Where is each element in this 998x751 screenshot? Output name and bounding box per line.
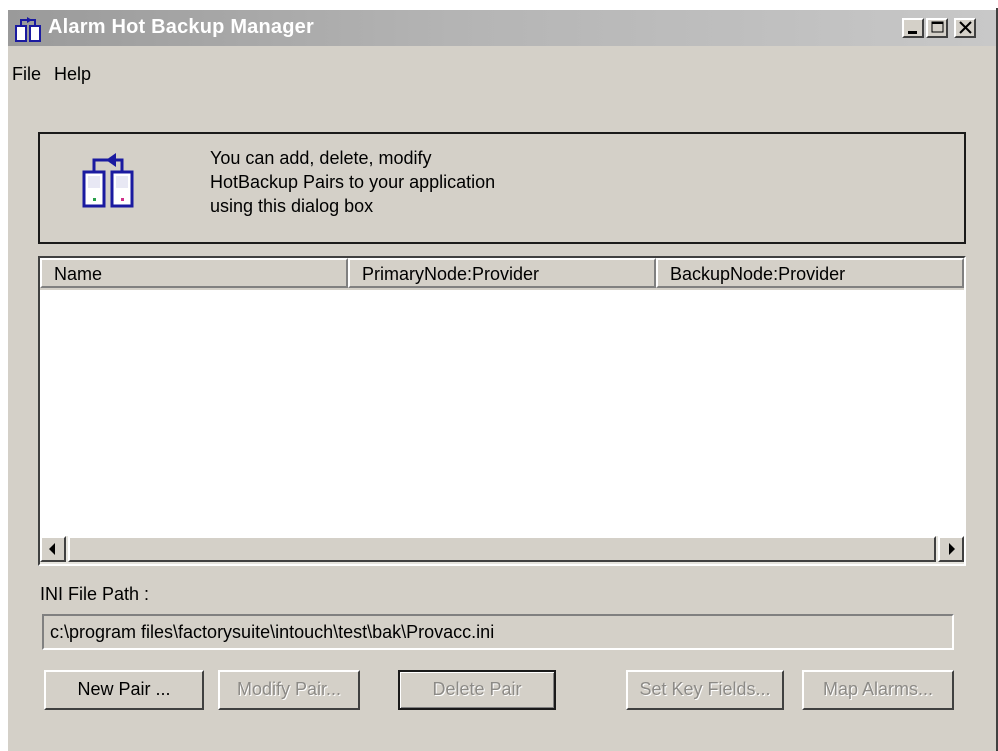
horizontal-scrollbar[interactable]: [40, 536, 964, 564]
ini-file-path-label: INI File Path :: [40, 584, 150, 604]
banner-line: You can add, delete, modify: [210, 148, 432, 168]
maximize-icon: [931, 21, 944, 33]
modify-pair-button[interactable]: Modify Pair...: [218, 670, 360, 710]
set-key-fields-button[interactable]: Set Key Fields...: [626, 670, 784, 710]
alarm-hot-backup-manager-window: Alarm Hot Backup Manager File Help You c…: [6, 8, 998, 751]
hot-backup-app-icon: [15, 17, 41, 42]
ini-file-path-field[interactable]: c:\program files\factorysuite\intouch\te…: [42, 614, 954, 650]
scrollbar-thumb[interactable]: [68, 536, 936, 562]
info-banner: You can add, delete, modify HotBackup Pa…: [38, 132, 966, 244]
title-bar[interactable]: Alarm Hot Backup Manager: [8, 10, 998, 46]
column-header-backup-node[interactable]: BackupNode:Provider: [656, 258, 964, 288]
banner-text: You can add, delete, modify HotBackup Pa…: [210, 146, 495, 218]
hot-backup-pair-icon: [82, 153, 134, 208]
list-header: Name PrimaryNode:Provider BackupNode:Pro…: [40, 258, 964, 290]
close-icon: [959, 21, 972, 34]
menu-bar: File Help: [8, 64, 308, 90]
column-header-name[interactable]: Name: [40, 258, 348, 288]
window-title: Alarm Hot Backup Manager: [48, 16, 314, 38]
banner-line: using this dialog box: [210, 196, 374, 216]
delete-pair-button[interactable]: Delete Pair: [398, 670, 556, 710]
minimize-icon: [908, 31, 917, 34]
scroll-left-button[interactable]: [40, 536, 66, 562]
banner-line: HotBackup Pairs to your application: [210, 172, 496, 192]
column-header-primary-node[interactable]: PrimaryNode:Provider: [348, 258, 656, 288]
menu-help[interactable]: Help: [54, 64, 91, 85]
map-alarms-button[interactable]: Map Alarms...: [802, 670, 954, 710]
backup-pairs-list[interactable]: Name PrimaryNode:Provider BackupNode:Pro…: [38, 256, 966, 566]
menu-file[interactable]: File: [12, 64, 41, 85]
scroll-right-button[interactable]: [938, 536, 964, 562]
new-pair-button[interactable]: New Pair ...: [44, 670, 204, 710]
maximize-button[interactable]: [926, 18, 948, 38]
arrow-right-icon: [949, 543, 955, 555]
arrow-left-icon: [49, 543, 55, 555]
close-button[interactable]: [954, 18, 976, 38]
minimize-button[interactable]: [902, 18, 924, 38]
list-body[interactable]: [40, 290, 964, 534]
